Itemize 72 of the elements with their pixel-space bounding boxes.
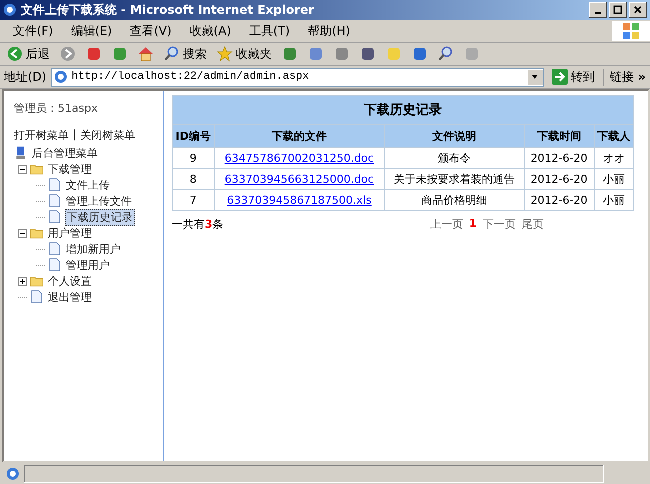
- separator-text: |: [73, 128, 77, 143]
- open-tree-link[interactable]: 打开树菜单: [14, 128, 69, 143]
- menu-item[interactable]: 查看(V): [121, 22, 181, 40]
- magnifier-icon: [438, 46, 454, 62]
- maximize-button[interactable]: [609, 2, 627, 18]
- tree-item[interactable]: 后台管理菜单: [31, 146, 99, 160]
- forward-icon: [60, 46, 76, 62]
- go-button[interactable]: 转到: [548, 68, 600, 86]
- computer-icon: [14, 146, 28, 160]
- chevron-button[interactable]: »: [638, 70, 646, 84]
- table-cell: 小丽: [594, 168, 634, 190]
- address-field[interactable]: http://localhost:22/admin/admin.aspx: [50, 68, 544, 86]
- previous-page-link[interactable]: 上一页: [430, 217, 464, 232]
- browser-icon: [3, 3, 17, 17]
- tree-item[interactable]: 下载历史记录: [65, 208, 135, 226]
- back-icon: [7, 46, 23, 62]
- close-icon: [633, 5, 643, 15]
- minimize-button[interactable]: [589, 2, 607, 18]
- table-cell: 9: [172, 148, 214, 168]
- tree-item[interactable]: 下载管理: [47, 162, 93, 176]
- page-icon: [54, 70, 68, 84]
- folder-icon: [30, 162, 44, 176]
- toolbar-button[interactable]: 收藏夹: [214, 46, 275, 62]
- expander-icon[interactable]: [18, 228, 27, 238]
- star-icon: [217, 46, 233, 62]
- dropdown-button[interactable]: [528, 70, 544, 84]
- browser-icon: [6, 467, 20, 481]
- menu-item[interactable]: 编辑(E): [62, 22, 122, 40]
- table-cell: オオ: [594, 148, 634, 168]
- toolbar-button[interactable]: 后退: [4, 46, 53, 62]
- folder-icon: [30, 226, 44, 240]
- table-cell: 颁布令: [384, 148, 524, 168]
- tree-item[interactable]: 管理用户: [65, 258, 111, 272]
- links-button[interactable]: 链接: [603, 68, 634, 86]
- home-icon: [138, 46, 154, 62]
- table-cell: 7: [172, 190, 214, 210]
- window-title: 文件上传下载系统 - Microsoft Internet Explorer: [21, 2, 314, 18]
- table-cell: 2012-6-20: [524, 190, 594, 210]
- windows-logo-icon: [612, 21, 650, 41]
- last-page-link[interactable]: 尾页: [522, 217, 544, 232]
- tree-item[interactable]: 增加新用户: [65, 242, 122, 256]
- expander-icon[interactable]: [18, 276, 27, 286]
- table-cell: 2012-6-20: [524, 148, 594, 168]
- close-button[interactable]: [629, 2, 647, 18]
- table-cell: 商品价格明细: [384, 190, 524, 210]
- record-count-text: 一共有3条: [172, 217, 224, 232]
- menu-item[interactable]: 收藏(A): [180, 22, 240, 40]
- tree-item[interactable]: 用户管理: [47, 226, 93, 240]
- current-page-number: 1: [469, 217, 477, 232]
- tree-item[interactable]: 文件上传: [65, 178, 111, 192]
- arrow-icon: [552, 69, 568, 85]
- menu-item[interactable]: 文件(F): [4, 22, 62, 40]
- admin-label: 管理员：51aspx: [14, 101, 99, 116]
- tree-item[interactable]: 管理上传文件: [65, 194, 133, 208]
- maximize-icon: [613, 5, 623, 15]
- table-cell: 2012-6-20: [524, 168, 594, 190]
- close-tree-link[interactable]: 关闭树菜单: [80, 128, 136, 143]
- address-label: 地址(D): [4, 68, 47, 86]
- menu-item[interactable]: 帮助(H): [299, 22, 360, 40]
- table-title: 下载历史记录: [172, 96, 634, 124]
- tree-item[interactable]: 退出管理: [47, 290, 93, 304]
- table-cell: 小丽: [594, 190, 634, 210]
- minimize-icon: [595, 12, 601, 14]
- search-icon: [164, 46, 180, 62]
- table-cell: 关于未按要求着装的通告: [384, 168, 524, 190]
- folder-icon: [30, 274, 44, 288]
- tree-item[interactable]: 个人设置: [47, 274, 93, 288]
- expander-icon[interactable]: [18, 164, 27, 174]
- toolbar-button[interactable]: 搜索: [161, 46, 210, 62]
- next-page-link[interactable]: 下一页: [483, 217, 516, 232]
- menu-item[interactable]: 工具(T): [240, 22, 300, 40]
- table-cell: 8: [172, 168, 214, 190]
